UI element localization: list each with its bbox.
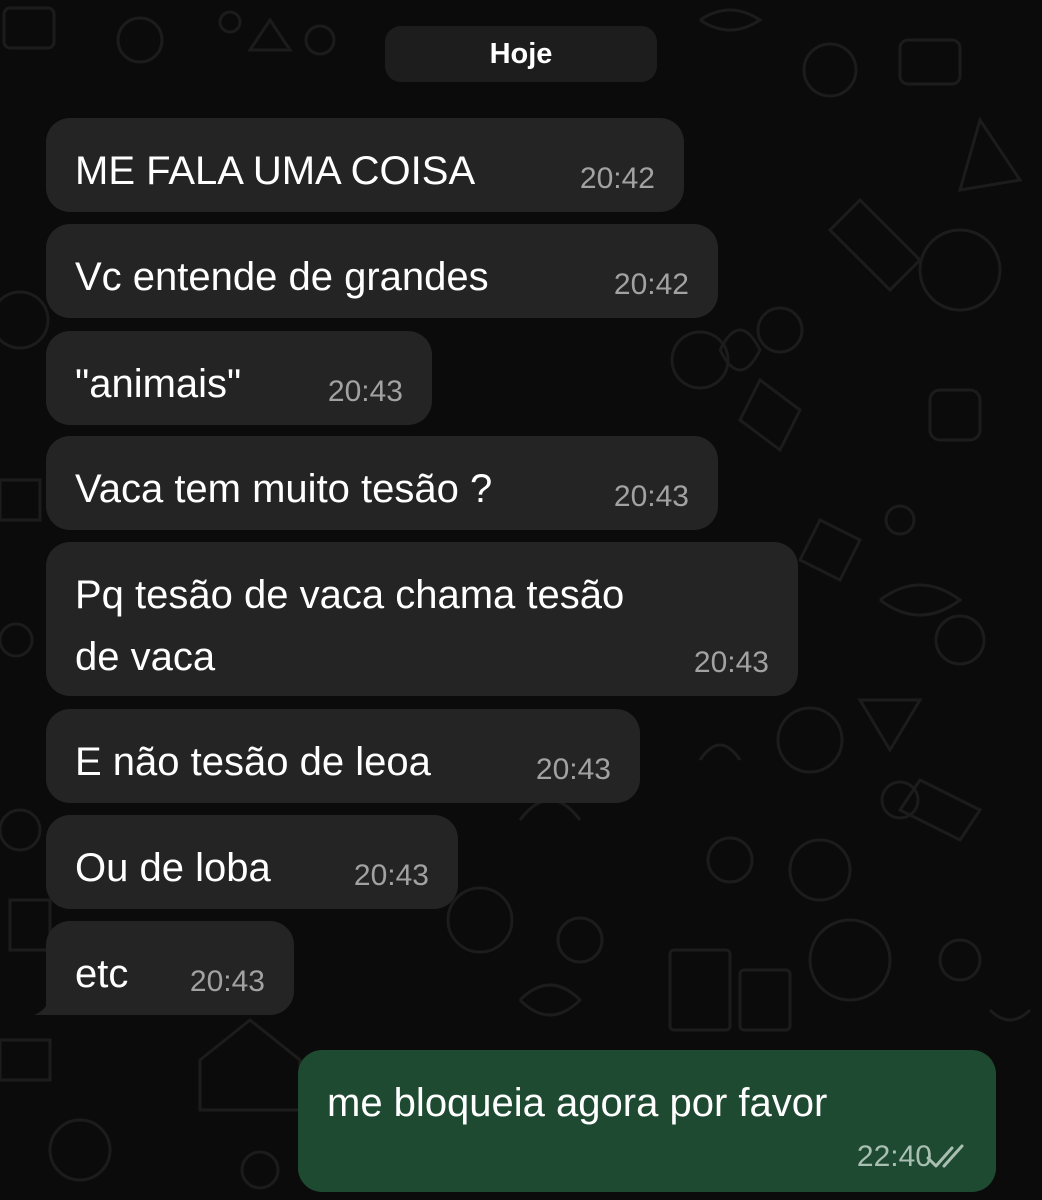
- incoming-message[interactable]: E não tesão de leoa 20:43: [46, 709, 640, 803]
- outgoing-message[interactable]: me bloqueia agora por favor 22:40: [298, 1050, 996, 1192]
- incoming-message[interactable]: ME FALA UMA COISA 20:42: [46, 118, 684, 212]
- message-time: 20:43: [353, 859, 429, 892]
- message-time: 20:43: [693, 646, 769, 679]
- incoming-message[interactable]: "animais" 20:43: [46, 331, 432, 425]
- double-check-read-icon: [926, 1144, 964, 1168]
- message-time: 20:42: [579, 162, 655, 195]
- date-separator: Hoje: [385, 26, 657, 82]
- message-text: etc: [75, 952, 129, 996]
- message-time: 20:43: [189, 965, 265, 998]
- incoming-message-last[interactable]: etc 20:43: [34, 921, 294, 1015]
- incoming-message[interactable]: Pq tesão de vaca chama tesão de vaca 20:…: [46, 542, 798, 696]
- message-time: 22:40: [856, 1140, 932, 1173]
- incoming-message[interactable]: Ou de loba 20:43: [46, 815, 458, 909]
- message-text-line2: de vaca: [75, 635, 216, 679]
- message-time: 20:42: [613, 268, 689, 301]
- bubble-tail: [34, 991, 64, 1015]
- message-text: "animais": [75, 362, 242, 406]
- message-time: 20:43: [327, 375, 403, 408]
- message-time: 20:43: [613, 480, 689, 513]
- message-text: E não tesão de leoa: [75, 740, 431, 784]
- message-text: ME FALA UMA COISA: [75, 149, 476, 193]
- message-text: me bloqueia agora por favor: [327, 1081, 828, 1125]
- incoming-message[interactable]: Vc entende de grandes 20:42: [46, 224, 718, 318]
- incoming-message[interactable]: Vaca tem muito tesão ? 20:43: [46, 436, 718, 530]
- message-text-line1: Pq tesão de vaca chama tesão: [75, 573, 625, 617]
- message-text: Vc entende de grandes: [75, 255, 489, 299]
- message-time: 20:43: [535, 753, 611, 786]
- message-text: Ou de loba: [75, 846, 271, 890]
- message-text: Vaca tem muito tesão ?: [75, 467, 493, 511]
